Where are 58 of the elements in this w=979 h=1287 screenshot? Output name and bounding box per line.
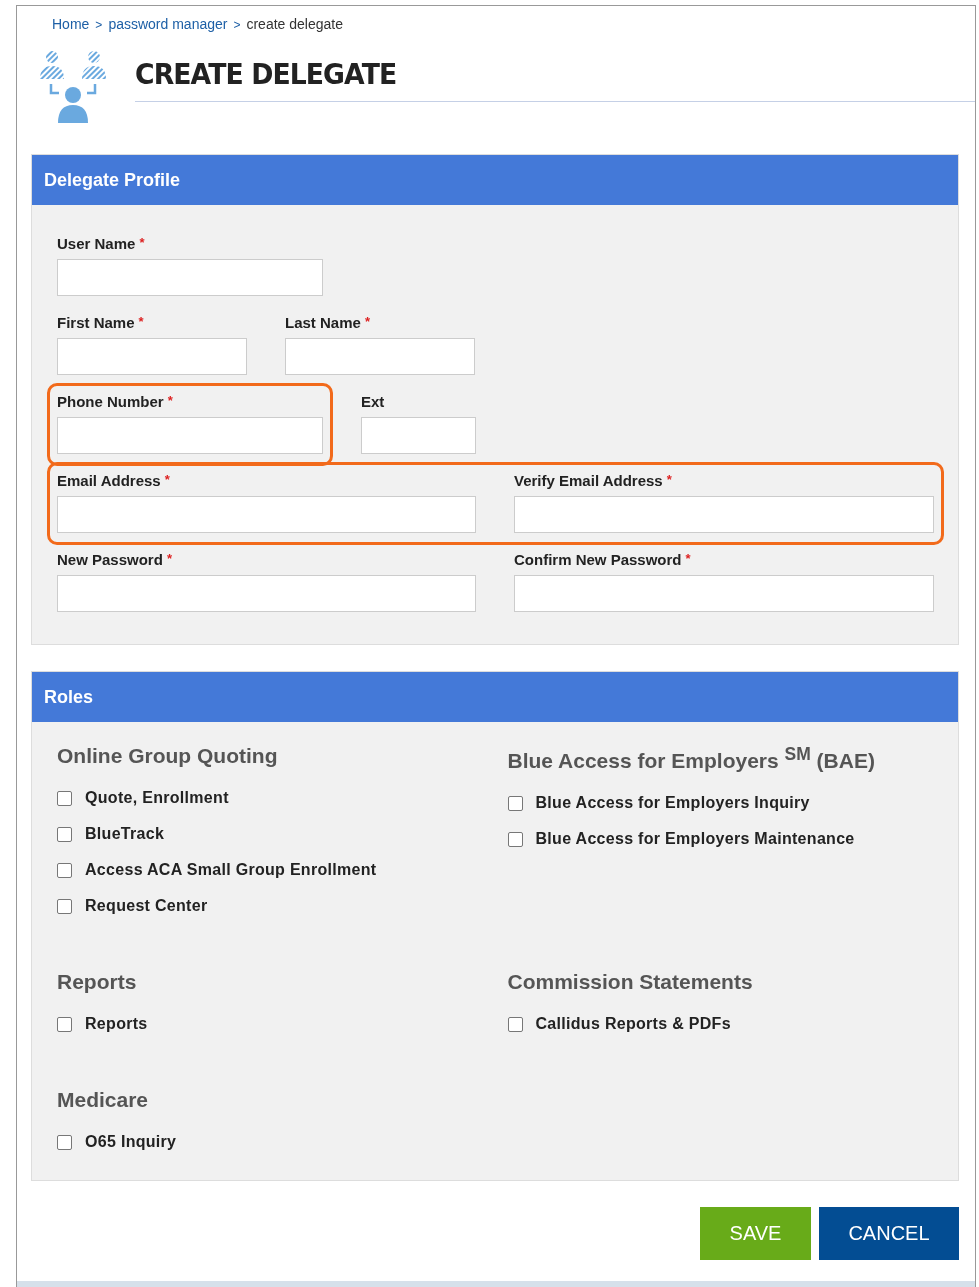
section-title: Commission Statements	[507, 970, 754, 994]
required-mark: *	[666, 472, 672, 489]
input-field[interactable]	[57, 575, 476, 612]
required-mark: *	[167, 393, 173, 410]
field-label: Email Address	[57, 472, 161, 491]
checkbox-label: Blue Access for Employers Maintenance	[535, 830, 855, 848]
panel-header: Roles	[32, 672, 958, 722]
required-mark: *	[138, 314, 144, 331]
field-label: Ext	[361, 393, 385, 412]
field-label: Confirm New Password	[514, 551, 682, 570]
required-mark: *	[164, 472, 170, 489]
input-field[interactable]	[57, 496, 476, 533]
checkbox[interactable]	[507, 831, 523, 847]
required-mark: *	[364, 314, 370, 331]
input-field[interactable]	[57, 259, 323, 296]
cancel-button[interactable]: CANCEL	[819, 1207, 959, 1260]
checkbox-label: Quote, Enrollment	[85, 789, 229, 807]
required-mark: *	[685, 551, 691, 568]
checkbox-label: Request Center	[85, 897, 208, 915]
breadcrumb-link[interactable]: password manager	[108, 16, 228, 32]
section-title: Reports	[57, 970, 138, 994]
input-field[interactable]	[57, 417, 323, 454]
checkbox-label: Callidus Reports & PDFs	[535, 1015, 731, 1033]
checkbox[interactable]	[57, 898, 72, 914]
breadcrumb-current: create delegate	[246, 16, 343, 32]
field-label: Phone Number	[57, 393, 164, 412]
input-field[interactable]	[285, 338, 475, 375]
field-label: User Name	[57, 235, 136, 254]
breadcrumb-separator: >	[95, 18, 103, 32]
checkbox-label: Reports	[85, 1015, 148, 1033]
input-field[interactable]	[514, 575, 934, 612]
checkbox[interactable]	[57, 1016, 72, 1032]
checkbox-label: Access ACA Small Group Enrollment	[85, 861, 377, 879]
checkbox[interactable]	[507, 1016, 523, 1032]
breadcrumb-separator: >	[233, 18, 241, 32]
checkbox[interactable]	[57, 826, 72, 842]
field-label: Last Name	[285, 314, 361, 333]
section-title: Medicare	[57, 1088, 150, 1112]
page-title: CREATE DELEGATE	[135, 56, 398, 91]
input-field[interactable]	[361, 417, 476, 454]
checkbox-label: BlueTrack	[85, 825, 165, 843]
input-field[interactable]	[57, 338, 247, 375]
field-label: Verify Email Address	[514, 472, 663, 491]
checkbox[interactable]	[57, 1134, 72, 1150]
section-title: Online Group Quoting	[57, 744, 279, 768]
checkbox[interactable]	[507, 795, 523, 811]
checkbox-label: O65 Inquiry	[85, 1133, 177, 1151]
input-field[interactable]	[514, 496, 934, 533]
required-mark: *	[166, 551, 172, 568]
checkbox-label: Blue Access for Employers Inquiry	[535, 794, 810, 812]
field-label: First Name	[57, 314, 135, 333]
panel-header: Delegate Profile	[32, 155, 958, 205]
checkbox[interactable]	[57, 790, 72, 806]
section-title: Blue Access for Employers $^{SM}$ (BAE)	[507, 744, 876, 773]
required-mark: *	[139, 235, 145, 252]
breadcrumb-link[interactable]: Home	[52, 16, 90, 32]
checkbox[interactable]	[57, 862, 72, 878]
field-label: New Password	[57, 551, 163, 570]
